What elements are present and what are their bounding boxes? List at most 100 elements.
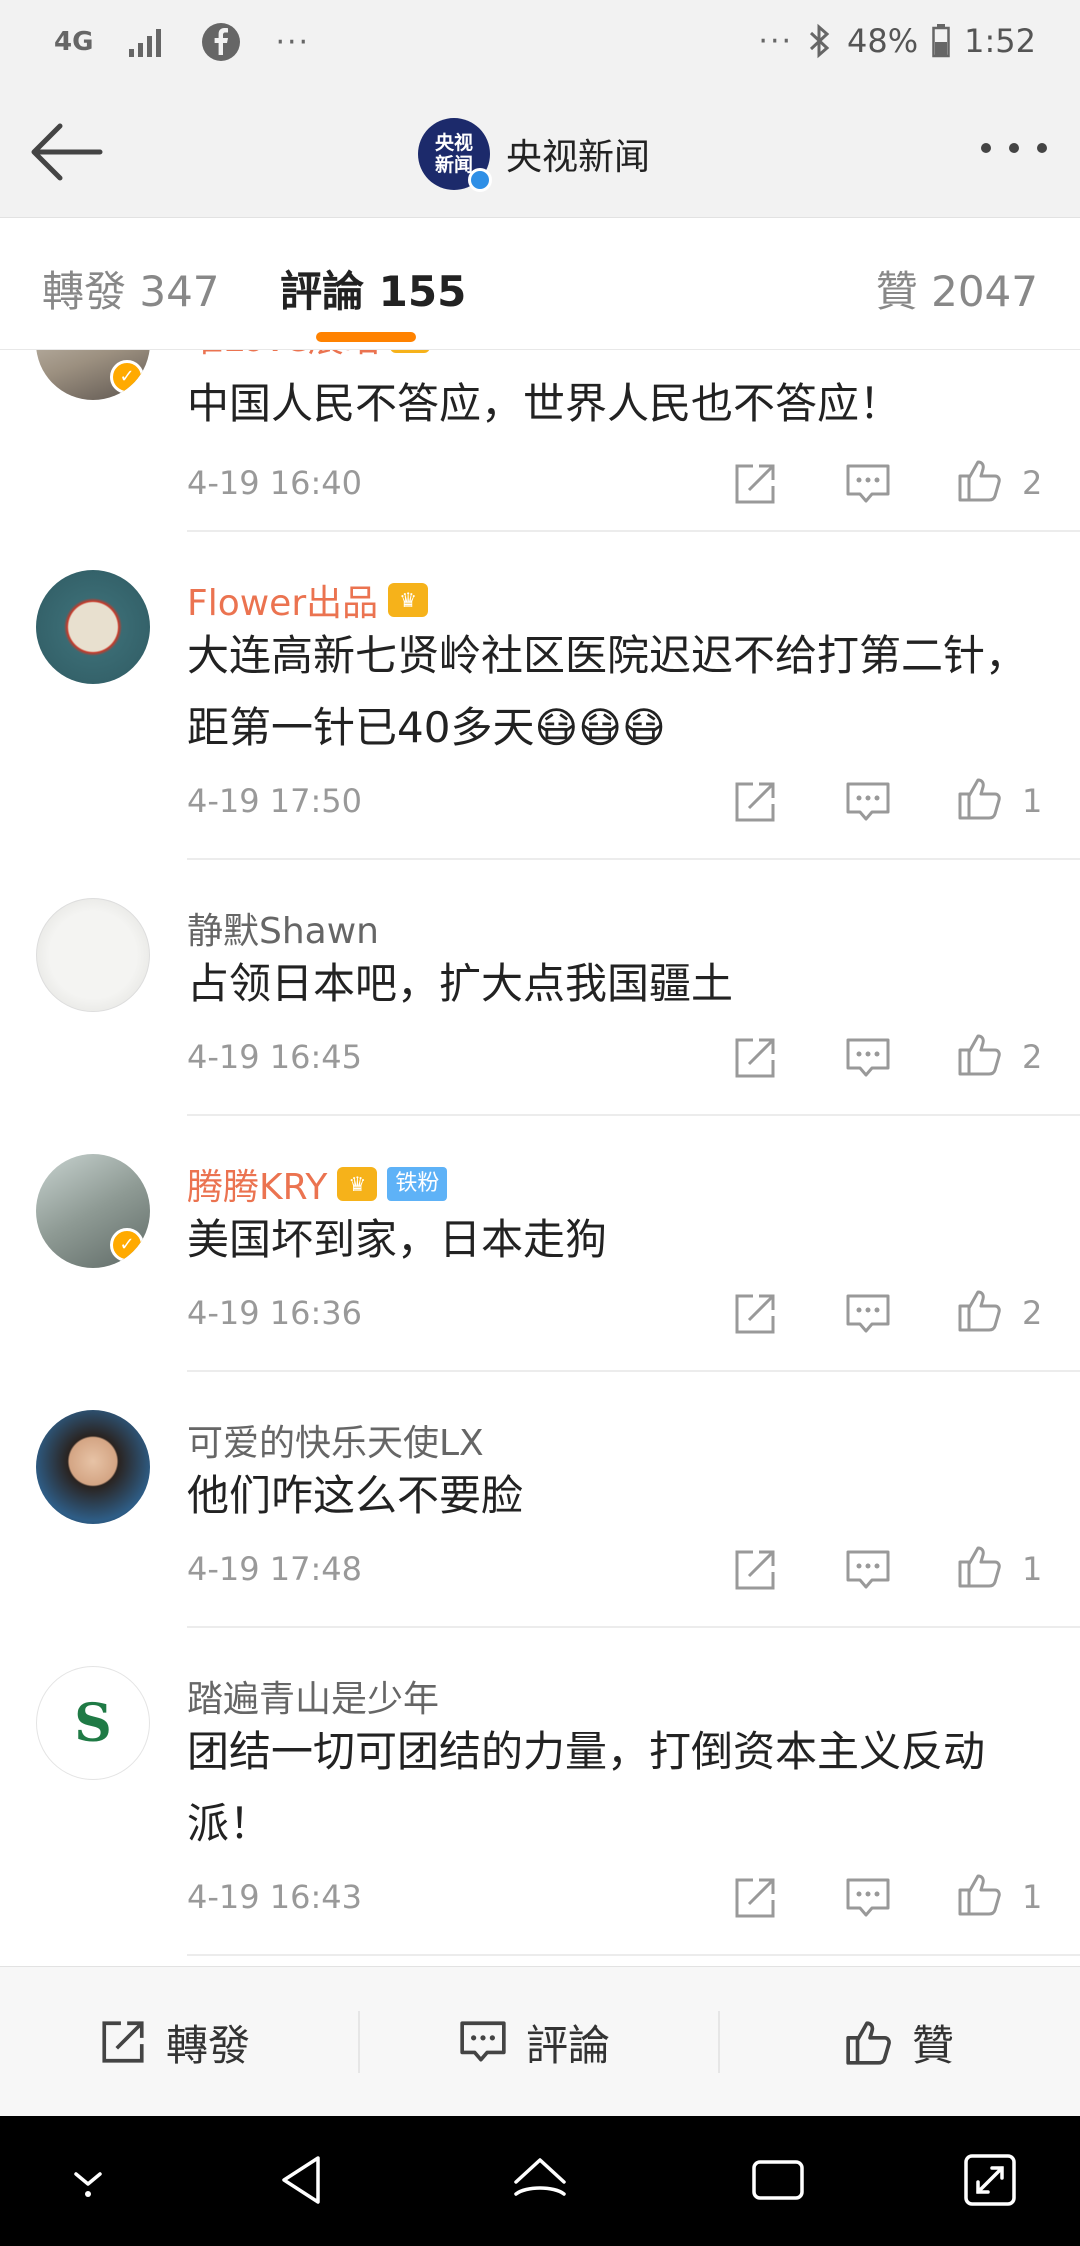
comment-icon bbox=[460, 2021, 506, 2062]
tab-likes[interactable]: 贊 2047 bbox=[876, 258, 1038, 319]
avatar[interactable] bbox=[36, 570, 150, 684]
tab-bar: 轉發 347 評論 155 贊 2047 bbox=[0, 218, 1080, 350]
more-options-button[interactable] bbox=[978, 136, 1050, 160]
like-icon[interactable] bbox=[956, 1286, 1004, 1334]
clock: 1:52 bbox=[964, 22, 1036, 60]
comment-text: 美国坏到家，日本走狗 bbox=[187, 1215, 608, 1264]
comment-item[interactable]: 可爱的快乐天使LX 他们咋这么不要脸 4-19 17:48 1 bbox=[0, 1372, 1080, 1628]
comment-time: 4-19 16:45 bbox=[187, 1038, 363, 1076]
signal-icon bbox=[129, 29, 162, 57]
verified-badge-icon: ✓ bbox=[110, 360, 144, 394]
like-icon[interactable] bbox=[956, 1870, 1004, 1918]
more-dots-icon bbox=[981, 143, 1047, 153]
like-icon[interactable] bbox=[956, 1542, 1004, 1590]
back-nav-icon[interactable] bbox=[270, 2148, 334, 2212]
comment-username[interactable]: 可爱的快乐天使LX bbox=[187, 1414, 484, 1466]
like-icon[interactable] bbox=[956, 1030, 1004, 1078]
tab-comments[interactable]: 評論 155 bbox=[280, 258, 466, 319]
comment-icon[interactable] bbox=[844, 1034, 892, 1082]
back-button[interactable] bbox=[28, 120, 104, 184]
comment-icon[interactable] bbox=[844, 1546, 892, 1594]
like-icon bbox=[846, 2021, 891, 2065]
comment-item[interactable]: ✓ 唯Love展昭♛ 中国人民不答应，世界人民也不答应！ 4-19 16:40 … bbox=[0, 350, 1080, 532]
comment-text: 大连高新七贤岭社区医院迟迟不给打第二针，距第一针已40多天😷😷😷 bbox=[187, 631, 1028, 752]
comment-icon[interactable] bbox=[844, 460, 892, 508]
avatar[interactable] bbox=[36, 898, 150, 1012]
comment-time: 4-19 16:40 bbox=[187, 464, 363, 502]
comment-item[interactable]: 静默Shawn 占领日本吧，扩大点我国疆土 4-19 16:45 2 bbox=[0, 860, 1080, 1116]
status-bar: 4G ··· ··· 48% 1:52 bbox=[0, 0, 1080, 90]
like-label: 贊 bbox=[912, 2020, 955, 2070]
comment-username[interactable]: 腾腾KRY ♛ 铁粉 bbox=[187, 1158, 448, 1210]
account-logo: 央视 新闻 bbox=[418, 118, 492, 192]
like-button[interactable]: 贊 bbox=[844, 1967, 954, 2117]
comment-label: 評論 bbox=[526, 2020, 611, 2070]
status-more: ··· bbox=[758, 23, 794, 59]
crown-badge-icon: ♛ bbox=[337, 1167, 378, 1201]
account-header[interactable]: 央视 新闻 央视新闻 bbox=[418, 118, 651, 192]
comment-time: 4-19 16:43 bbox=[187, 1878, 363, 1916]
comment-username[interactable]: 唯Love展昭♛ bbox=[187, 350, 430, 362]
bottom-action-bar: 轉發 評論 贊 bbox=[0, 1966, 1080, 2116]
system-navigation-bar bbox=[0, 2116, 1080, 2246]
avatar[interactable] bbox=[36, 1410, 150, 1524]
avatar-letter: S bbox=[74, 1692, 112, 1754]
like-count: 1 bbox=[1022, 782, 1043, 820]
comment-item[interactable]: ✓ 腾腾KRY ♛ 铁粉 美国坏到家，日本走狗 4-19 16:36 2 bbox=[0, 1116, 1080, 1372]
repost-icon[interactable] bbox=[731, 1290, 779, 1338]
comment-icon[interactable] bbox=[844, 1290, 892, 1338]
avatar[interactable]: ✓ bbox=[36, 350, 150, 400]
notification-more: ··· bbox=[275, 24, 311, 60]
repost-icon[interactable] bbox=[731, 1546, 779, 1594]
tab-reposts[interactable]: 轉發 347 bbox=[42, 258, 220, 319]
divider bbox=[187, 1954, 1080, 1956]
like-count: 1 bbox=[1022, 1878, 1043, 1916]
comment-icon[interactable] bbox=[844, 1874, 892, 1922]
repost-icon bbox=[102, 2021, 144, 2063]
divider bbox=[718, 2011, 720, 2073]
like-count: 1 bbox=[1022, 1550, 1043, 1588]
verified-icon bbox=[468, 168, 492, 192]
verified-badge-icon: ✓ bbox=[110, 1228, 144, 1262]
fan-badge: 铁粉 bbox=[387, 1167, 448, 1201]
comment-time: 4-19 16:36 bbox=[187, 1294, 363, 1332]
repost-icon[interactable] bbox=[731, 1874, 779, 1922]
bluetooth-icon bbox=[809, 23, 830, 59]
like-icon[interactable] bbox=[956, 774, 1004, 822]
page-title: 央视新闻 bbox=[506, 137, 651, 178]
comment-text: 中国人民不答应，世界人民也不答应！ bbox=[187, 379, 902, 428]
avatar[interactable]: ✓ bbox=[36, 1154, 150, 1268]
repost-icon[interactable] bbox=[731, 460, 779, 508]
crown-badge-icon: ♛ bbox=[388, 583, 429, 617]
expand-screen-icon[interactable] bbox=[958, 2148, 1022, 2212]
comment-username[interactable]: 踏遍青山是少年 bbox=[187, 1670, 439, 1722]
recent-apps-icon[interactable] bbox=[746, 2148, 810, 2212]
repost-button[interactable]: 轉發 bbox=[98, 1967, 250, 2117]
like-count: 2 bbox=[1022, 1038, 1043, 1076]
avatar[interactable]: S bbox=[36, 1666, 150, 1780]
comment-text: 团结一切可团结的力量，打倒资本主义反动派！ bbox=[187, 1727, 986, 1848]
comment-username[interactable]: 静默Shawn bbox=[187, 902, 379, 954]
comment-time: 4-19 17:50 bbox=[187, 782, 363, 820]
repost-icon[interactable] bbox=[731, 1034, 779, 1082]
comment-username[interactable]: Flower出品 ♛ bbox=[187, 574, 429, 626]
hide-keyboard-icon[interactable] bbox=[56, 2148, 120, 2212]
active-tab-indicator bbox=[316, 332, 416, 342]
like-icon[interactable] bbox=[956, 456, 1004, 504]
comment-icon[interactable] bbox=[844, 778, 892, 826]
battery-icon bbox=[932, 24, 950, 58]
comment-item[interactable]: S 踏遍青山是少年 团结一切可团结的力量，打倒资本主义反动派！ 4-19 16:… bbox=[0, 1628, 1080, 1956]
comment-text: 占领日本吧，扩大点我国疆土 bbox=[187, 959, 734, 1008]
comment-list: ✓ 唯Love展昭♛ 中国人民不答应，世界人民也不答应！ 4-19 16:40 … bbox=[0, 350, 1080, 1966]
repost-label: 轉發 bbox=[166, 2020, 251, 2070]
comment-text: 他们咋这么不要脸 bbox=[187, 1471, 524, 1520]
comment-item[interactable]: Flower出品 ♛ 大连高新七贤岭社区医院迟迟不给打第二针，距第一针已40多天😷… bbox=[0, 532, 1080, 860]
repost-icon[interactable] bbox=[731, 778, 779, 826]
comment-time: 4-19 17:48 bbox=[187, 1550, 363, 1588]
divider bbox=[358, 2011, 360, 2073]
comment-button[interactable]: 評論 bbox=[458, 1967, 610, 2117]
facebook-icon bbox=[202, 23, 241, 61]
crown-badge-icon: ♛ bbox=[389, 350, 430, 353]
top-nav-bar: 央视 新闻 央视新闻 bbox=[0, 90, 1080, 218]
home-nav-icon[interactable] bbox=[508, 2148, 572, 2212]
